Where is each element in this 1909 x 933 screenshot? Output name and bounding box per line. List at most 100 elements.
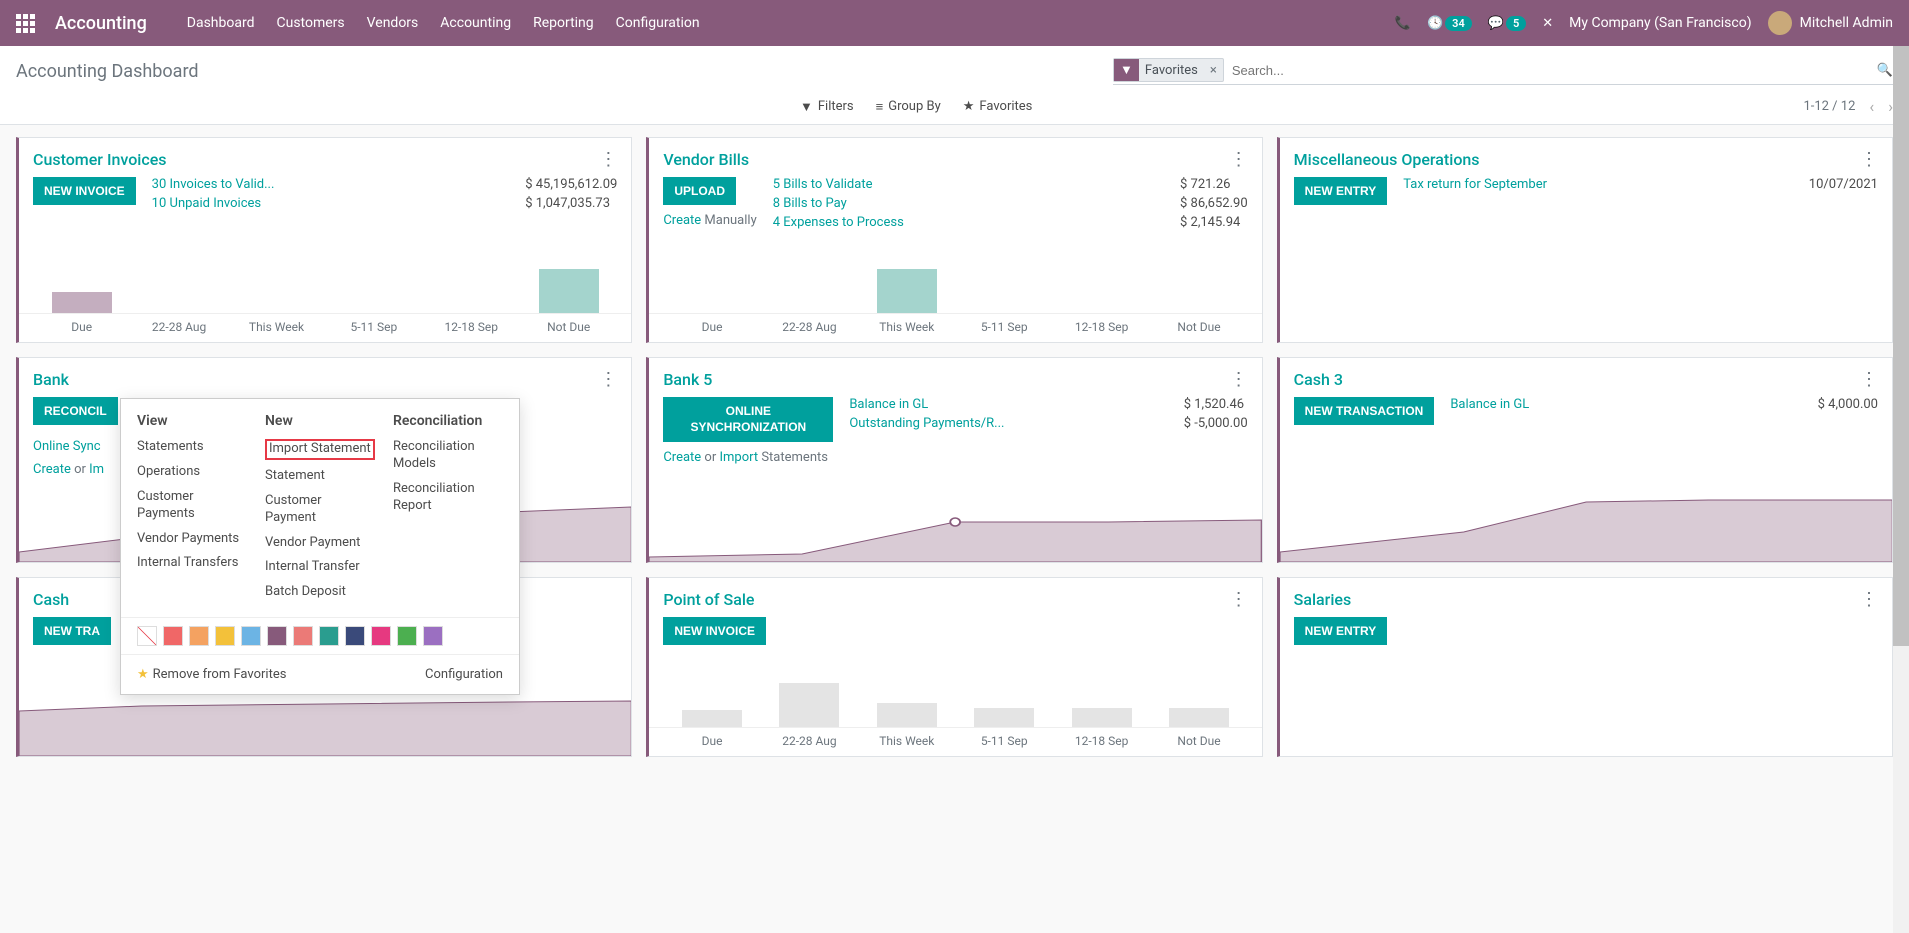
search-bar[interactable]: ▼ Favorites × 🔍: [1113, 58, 1893, 85]
dd-vendor-payments[interactable]: Vendor Payments: [137, 531, 247, 548]
bar-chart: [19, 258, 631, 314]
reconcile-button[interactable]: RECONCIL: [33, 397, 118, 425]
card-title[interactable]: Bank 5: [663, 370, 712, 389]
new-invoice-button[interactable]: NEW INVOICE: [663, 617, 766, 645]
topbar-right: 📞 🕓34 💬5 ✕ My Company (San Francisco) Mi…: [1395, 11, 1893, 35]
new-invoice-button[interactable]: NEW INVOICE: [33, 177, 136, 205]
color-swatch[interactable]: [423, 626, 443, 646]
dd-internal-transfer[interactable]: Internal Transfer: [265, 559, 375, 576]
balance-link[interactable]: Balance in GL: [849, 397, 928, 412]
bills-pay-link[interactable]: 8 Bills to Pay: [773, 196, 847, 211]
brand[interactable]: Accounting: [55, 13, 147, 34]
activity-icon[interactable]: 🕓34: [1427, 16, 1472, 31]
kebab-icon[interactable]: ⋮: [1230, 155, 1248, 165]
card-title[interactable]: Point of Sale: [663, 590, 754, 609]
color-swatch[interactable]: [163, 626, 183, 646]
online-sync-button[interactable]: ONLINE SYNCHRONIZATION: [663, 397, 833, 442]
create-link[interactable]: Create: [33, 462, 71, 477]
import-link[interactable]: Im: [89, 462, 104, 477]
kebab-icon[interactable]: ⋮: [599, 375, 617, 385]
bills-validate-link[interactable]: 5 Bills to Validate: [773, 177, 873, 192]
tax-return-link[interactable]: Tax return for September: [1403, 177, 1547, 192]
new-entry-button[interactable]: NEW ENTRY: [1294, 617, 1388, 645]
dd-import-statement[interactable]: Import Statement: [265, 439, 375, 460]
dd-internal-transfers[interactable]: Internal Transfers: [137, 555, 247, 572]
tools-icon[interactable]: ✕: [1542, 16, 1553, 31]
dd-statement[interactable]: Statement: [265, 468, 375, 485]
dd-customer-payments[interactable]: Customer Payments: [137, 489, 247, 523]
invoices-validate-link[interactable]: 30 Invoices to Valid...: [152, 177, 275, 192]
color-swatch[interactable]: [241, 626, 261, 646]
kebab-icon[interactable]: ⋮: [1860, 155, 1878, 165]
color-swatch[interactable]: [137, 626, 157, 646]
search-icon[interactable]: 🔍: [1877, 63, 1893, 78]
nav-vendors[interactable]: Vendors: [367, 15, 419, 31]
favorites-button[interactable]: ★Favorites: [963, 99, 1033, 115]
expenses-link[interactable]: 4 Expenses to Process: [773, 215, 904, 230]
scrollbar[interactable]: [1893, 46, 1909, 933]
search-input[interactable]: [1224, 59, 1877, 82]
dd-recon-models[interactable]: Reconciliation Models: [393, 439, 503, 473]
upload-button[interactable]: UPLOAD: [663, 177, 736, 205]
outstanding-link[interactable]: Outstanding Payments/R...: [849, 416, 1004, 431]
dd-vendor-payment[interactable]: Vendor Payment: [265, 535, 375, 552]
color-swatch[interactable]: [371, 626, 391, 646]
card-title[interactable]: Cash: [33, 590, 69, 609]
new-entry-button[interactable]: NEW ENTRY: [1294, 177, 1388, 205]
chat-badge: 5: [1506, 16, 1526, 31]
new-transaction-button[interactable]: NEW TRANSACTION: [1294, 397, 1435, 425]
kebab-icon[interactable]: ⋮: [1230, 595, 1248, 605]
nav-accounting[interactable]: Accounting: [440, 15, 511, 31]
color-swatch[interactable]: [345, 626, 365, 646]
nav-dashboard[interactable]: Dashboard: [187, 15, 255, 31]
nav-configuration[interactable]: Configuration: [616, 15, 700, 31]
remove-favorites[interactable]: ★Remove from Favorites: [137, 667, 286, 682]
activity-badge: 34: [1445, 16, 1472, 31]
kebab-icon[interactable]: ⋮: [1860, 595, 1878, 605]
nav-customers[interactable]: Customers: [277, 15, 345, 31]
configuration-link[interactable]: Configuration: [425, 667, 503, 682]
unpaid-invoices-link[interactable]: 10 Unpaid Invoices: [152, 196, 261, 211]
create-link[interactable]: Create: [663, 213, 701, 228]
dd-customer-payment[interactable]: Customer Payment: [265, 493, 375, 527]
color-swatch[interactable]: [293, 626, 313, 646]
kebab-icon[interactable]: ⋮: [599, 155, 617, 165]
color-swatch[interactable]: [397, 626, 417, 646]
pager-prev[interactable]: ‹: [1869, 97, 1874, 116]
apps-icon[interactable]: [16, 14, 35, 33]
value: $ 1,047,035.73: [525, 196, 610, 211]
chat-icon[interactable]: 💬5: [1488, 16, 1526, 31]
new-transaction-button[interactable]: NEW TRA: [33, 617, 111, 645]
color-swatch[interactable]: [215, 626, 235, 646]
dd-statements[interactable]: Statements: [137, 439, 247, 456]
user-menu[interactable]: Mitchell Admin: [1768, 11, 1893, 35]
page-title: Accounting Dashboard: [16, 61, 199, 82]
facet-remove[interactable]: ×: [1204, 63, 1223, 78]
dd-recon-report[interactable]: Reconciliation Report: [393, 481, 503, 515]
kebab-icon[interactable]: ⋮: [1230, 375, 1248, 385]
funnel-icon: ▼: [800, 99, 813, 115]
color-swatch[interactable]: [319, 626, 339, 646]
import-link[interactable]: Import: [719, 450, 758, 465]
card-title[interactable]: Salaries: [1294, 590, 1352, 609]
color-swatch[interactable]: [267, 626, 287, 646]
dd-batch-deposit[interactable]: Batch Deposit: [265, 584, 375, 601]
card-title[interactable]: Customer Invoices: [33, 150, 167, 169]
card-title[interactable]: Cash 3: [1294, 370, 1343, 389]
phone-icon[interactable]: 📞: [1395, 16, 1411, 31]
card-title[interactable]: Bank: [33, 370, 69, 389]
groupby-button[interactable]: ≡Group By: [876, 99, 941, 115]
card-title[interactable]: Vendor Bills: [663, 150, 749, 169]
card-title[interactable]: Miscellaneous Operations: [1294, 150, 1480, 169]
color-swatch[interactable]: [189, 626, 209, 646]
create-link[interactable]: Create: [663, 450, 701, 465]
online-sync-link[interactable]: Online Sync: [33, 439, 101, 454]
card-pos: Point of Sale ⋮ NEW INVOICE Due22-28 Aug…: [646, 577, 1262, 757]
scrollbar-thumb[interactable]: [1893, 46, 1909, 646]
company-switcher[interactable]: My Company (San Francisco): [1569, 15, 1751, 31]
dd-operations[interactable]: Operations: [137, 464, 247, 481]
balance-link[interactable]: Balance in GL: [1450, 397, 1529, 412]
filters-button[interactable]: ▼Filters: [800, 99, 854, 115]
kebab-icon[interactable]: ⋮: [1860, 375, 1878, 385]
nav-reporting[interactable]: Reporting: [533, 15, 594, 31]
